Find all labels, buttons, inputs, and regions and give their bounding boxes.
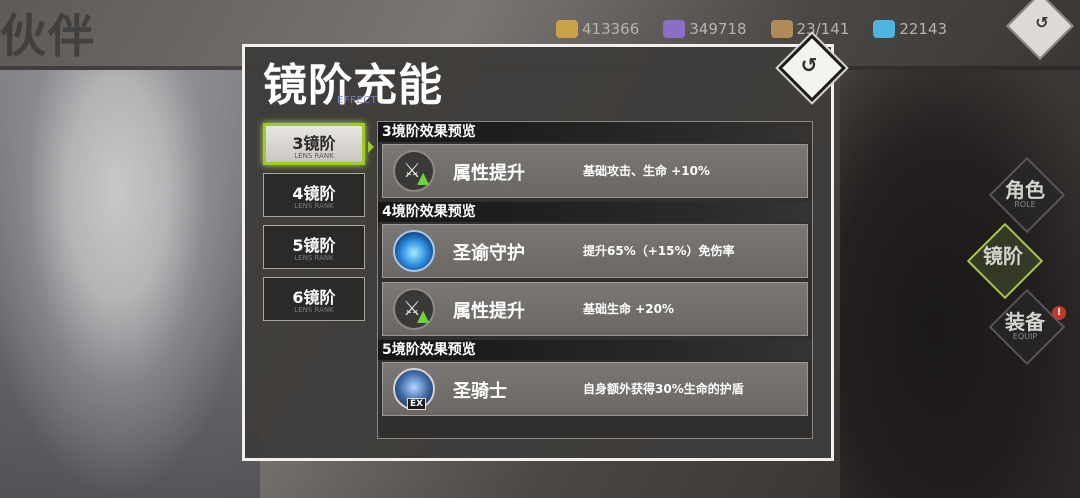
resource-gold-value: 413366 xyxy=(582,20,640,38)
side-nav-role[interactable]: 角色 ROLE xyxy=(988,156,1066,234)
attribute-boost-icon: ⚔ ▲ xyxy=(393,150,435,192)
side-nav-label: 装备 xyxy=(1005,310,1045,334)
effect-description: 基础生命 +20% xyxy=(583,302,674,316)
holy-shield-icon xyxy=(393,230,435,272)
effect-row: 圣谕守护 提升65%（+15%）免伤率 xyxy=(382,224,808,278)
blue-diamond-icon xyxy=(873,20,896,38)
attribute-boost-icon: ⚔ ▲ xyxy=(393,288,435,330)
tab-label: 6镜阶 xyxy=(292,288,336,307)
effect-name: 属性提升 xyxy=(453,301,525,322)
side-nav-sublabel: ROLE xyxy=(1014,200,1036,209)
tab-label: 4镜阶 xyxy=(292,184,336,203)
back-icon: ↺ xyxy=(1035,13,1049,32)
ex-badge: EX xyxy=(407,398,427,410)
tab-sublabel: LENS RANK xyxy=(294,254,334,262)
tab-rank-5[interactable]: 5镜阶 LENS RANK xyxy=(263,225,365,269)
side-nav-label: 角色 xyxy=(1005,178,1045,202)
side-nav-lens-rank[interactable]: 镜阶 xyxy=(966,222,1044,300)
side-nav-sublabel: EQUIP xyxy=(1012,332,1038,341)
tab-rank-6[interactable]: 6镜阶 LENS RANK xyxy=(263,277,365,321)
return-icon: ↺ xyxy=(800,53,818,77)
group-header-rank-4: 4境阶效果预览 xyxy=(378,202,812,222)
effect-row: ⚔ ▲ 属性提升 基础生命 +20% xyxy=(382,282,808,336)
effect-name: 圣谕守护 xyxy=(453,243,525,264)
rank-tabs: 3镜阶 LENS RANK 4镜阶 LENS RANK 5镜阶 LENS RAN… xyxy=(263,123,374,329)
purple-crystal-icon xyxy=(663,20,686,38)
resource-gold: 413366 xyxy=(556,20,639,38)
effect-description: 自身额外获得30%生命的护盾 xyxy=(583,382,744,396)
tab-sublabel: LENS RANK xyxy=(294,306,334,314)
active-indicator-icon xyxy=(368,141,374,153)
resource-bar: 413366 349718 23/141 22143 xyxy=(556,20,947,38)
modal-subtitle: EFFECT xyxy=(337,95,378,106)
tab-rank-4[interactable]: 4镜阶 LENS RANK xyxy=(263,173,365,217)
side-nav-label: 镜阶 xyxy=(983,244,1023,268)
group-header-rank-5: 5境阶效果预览 xyxy=(378,340,812,360)
tab-rank-3[interactable]: 3镜阶 LENS RANK xyxy=(263,123,374,165)
effect-name: 属性提升 xyxy=(453,163,525,184)
side-nav: 角色 ROLE 镜阶 装备 EQUIP ! xyxy=(966,156,1080,380)
resource-crystal-value: 349718 xyxy=(689,20,747,38)
effect-row: EX 圣骑士 自身额外获得30%生命的护盾 xyxy=(382,362,808,416)
lens-rank-modal: 镜阶充能 EFFECT ↺ 3镜阶 LENS RANK 4镜阶 LENS RAN… xyxy=(242,34,846,461)
resource-diamond: 22143 xyxy=(873,20,947,38)
screen-title: 伙伴 xyxy=(0,9,96,63)
effect-preview-list[interactable]: 3境阶效果预览 ⚔ ▲ 属性提升 基础攻击、生命 +10% 4境阶效果预览 圣谕守… xyxy=(377,121,813,439)
notification-badge: ! xyxy=(1052,306,1066,320)
group-header-rank-3: 3境阶效果预览 xyxy=(378,122,812,142)
side-nav-equip[interactable]: 装备 EQUIP ! xyxy=(988,288,1066,366)
effect-description: 提升65%（+15%）免伤率 xyxy=(583,244,735,258)
paladin-ex-icon: EX xyxy=(393,368,435,410)
resource-crystal: 349718 xyxy=(663,20,747,38)
gold-coin-icon xyxy=(556,20,578,38)
tab-sublabel: LENS RANK xyxy=(294,152,334,160)
close-button[interactable]: ↺ xyxy=(778,34,846,102)
effect-description: 基础攻击、生命 +10% xyxy=(583,164,710,178)
effect-row: ⚔ ▲ 属性提升 基础攻击、生命 +10% xyxy=(382,144,808,198)
tab-label: 5镜阶 xyxy=(292,236,336,255)
resource-diamond-value: 22143 xyxy=(899,20,948,38)
effect-name: 圣骑士 xyxy=(453,381,507,402)
tab-label: 3镜阶 xyxy=(292,134,336,153)
tab-sublabel: LENS RANK xyxy=(294,202,334,210)
character-portrait xyxy=(0,70,260,498)
